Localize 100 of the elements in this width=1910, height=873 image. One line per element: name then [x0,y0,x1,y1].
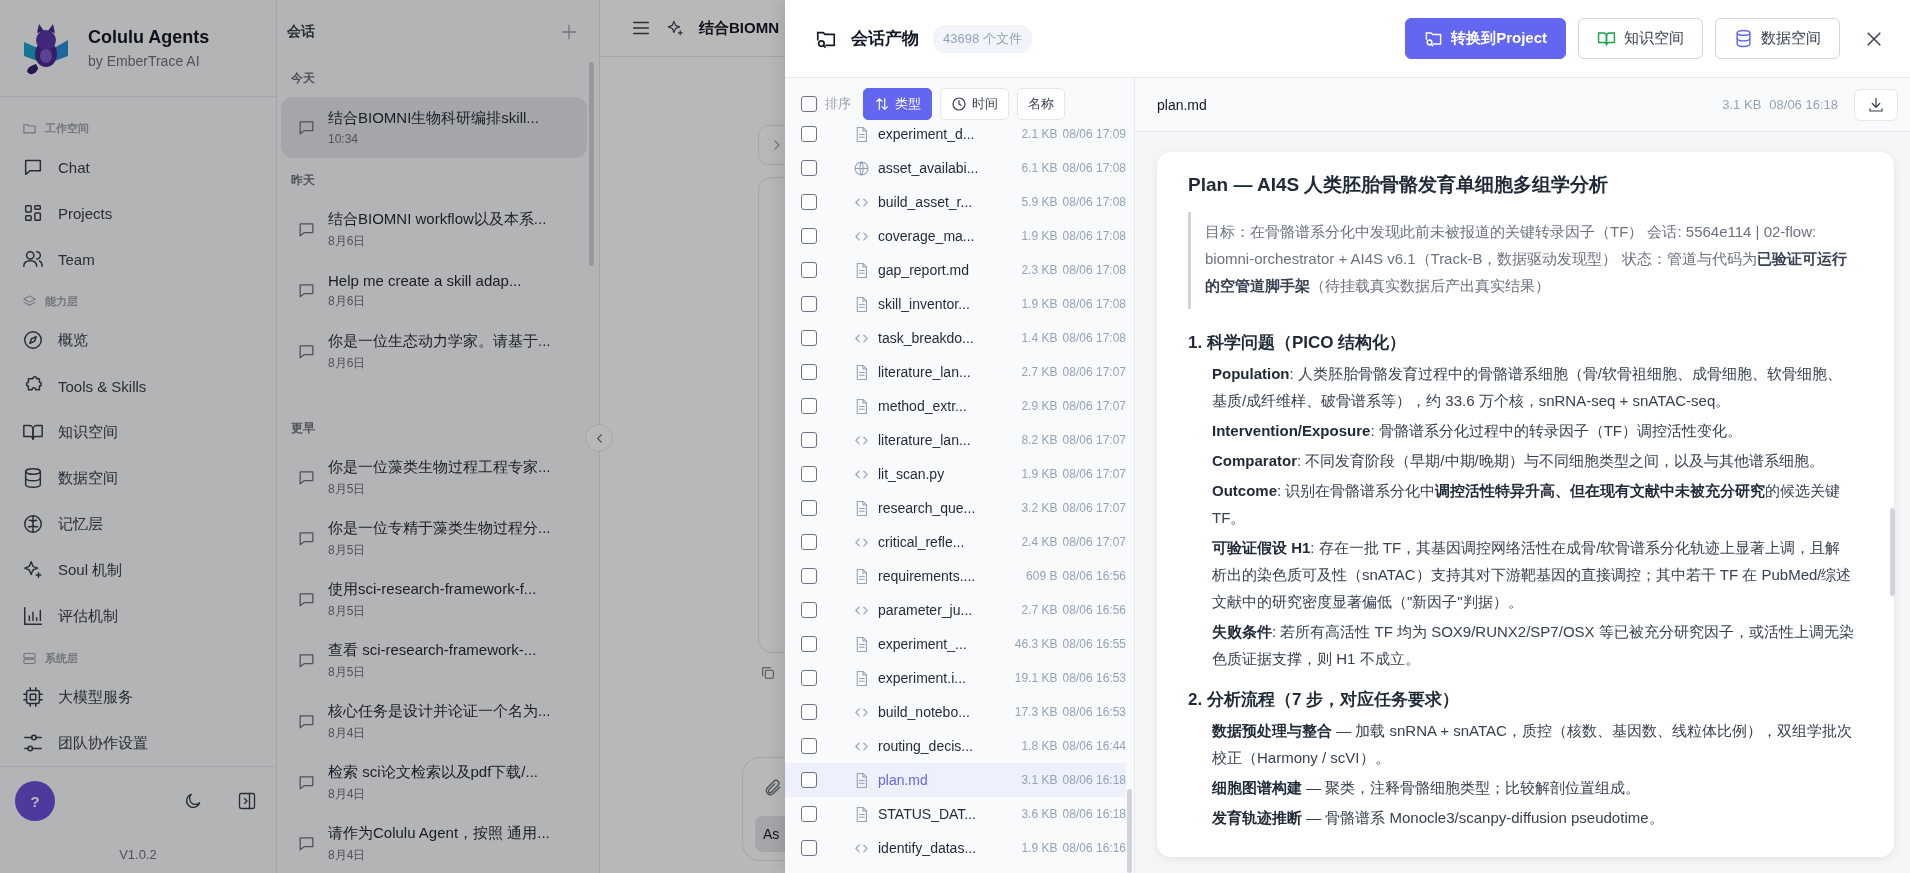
checkbox[interactable] [801,398,817,414]
conversation-item[interactable]: 请作为Colulu Agent，按照 通用... 8月4日 [281,813,587,873]
download-button[interactable] [1854,88,1898,121]
sort-option[interactable]: 名称 [1017,88,1065,120]
action-button[interactable]: 数据空间 [1715,18,1840,59]
file-size: 3.1 KB [1722,97,1762,112]
nav-item[interactable]: 知识空间 [10,409,266,455]
scrollbar[interactable] [589,62,594,266]
nav-item[interactable]: Team [10,236,266,282]
file-row[interactable]: build_notebo... 17.3 KB 08/06 16:53 [785,695,1126,729]
checkbox[interactable] [801,534,817,550]
file-time: 08/06 17:08 [1061,161,1126,175]
conversation-item[interactable]: 检索 sci论文检索以及pdf下载/... 8月4日 [281,752,587,813]
file-size: 2.7 KB [1020,603,1058,617]
help-button[interactable]: ? [15,781,55,821]
conversation-item[interactable]: 你是一位生态动力学家。请基于... 8月6日 [281,321,587,382]
checkbox[interactable] [801,126,817,142]
checkbox[interactable] [801,194,817,210]
conversation-item[interactable]: 你是一位藻类生物过程工程专家... 8月5日 [281,447,587,508]
nav-item[interactable]: Tools & Skills [10,363,266,409]
sort-option[interactable]: 类型 [863,88,932,120]
nav-item[interactable]: 大模型服务 [10,674,266,720]
file-row[interactable]: STATUS_DAT... 3.6 KB 08/06 16:18 [785,797,1126,831]
file-time: 08/06 17:07 [1061,467,1126,481]
conversation-item[interactable]: 核心任务是设计并论证一个名为... 8月4日 [281,691,587,752]
file-row[interactable]: coverage_ma... 1.9 KB 08/06 17:08 [785,219,1126,253]
checkbox[interactable] [801,330,817,346]
file-row[interactable]: parameter_ju... 2.7 KB 08/06 16:56 [785,593,1126,627]
group-label: 今天 [290,70,316,87]
file-row[interactable]: asset_availabi... 6.1 KB 08/06 17:08 [785,151,1126,185]
file-row[interactable]: gap_report.md 2.3 KB 08/06 17:08 [785,253,1126,287]
checkbox[interactable] [801,262,817,278]
checkbox[interactable] [801,500,817,516]
conversation-item[interactable]: 结合BIOMNI workflow以及本系... 8月6日 [281,199,587,260]
file-row[interactable]: method_extr... 2.9 KB 08/06 17:07 [785,389,1126,423]
checkbox[interactable] [801,160,817,176]
checkbox[interactable] [801,432,817,448]
checkbox[interactable] [801,806,817,822]
file-row[interactable]: identify_datas... 1.9 KB 08/06 16:16 [785,831,1126,865]
file-row[interactable]: requirements.... 609 B 08/06 16:56 [785,559,1126,593]
nav-item[interactable]: 记忆层 [10,501,266,547]
checkbox[interactable] [801,636,817,652]
file-row[interactable]: routing_decis... 1.8 KB 08/06 16:44 [785,729,1126,763]
conversation-item[interactable]: Help me create a skill adap... 8月6日 [281,260,587,321]
nav-item[interactable]: Chat [10,144,266,190]
file-size: 1.4 KB [1020,331,1058,345]
input-chip[interactable]: As [755,816,785,852]
modal-backdrop[interactable] [0,0,785,873]
nav-item[interactable]: Projects [10,190,266,236]
checkbox[interactable] [801,772,817,788]
action-button[interactable]: 知识空间 [1578,18,1703,59]
section-heading: 1. 科学问题（PICO 结构化） [1188,332,1408,354]
file-row[interactable]: build_asset_r... 5.9 KB 08/06 17:08 [785,185,1126,219]
conversation-item[interactable]: 结合BIOMNI生物科研编排skill... 10:34 [281,97,587,158]
file-name: experiment_d... [878,126,976,142]
checkbox[interactable] [801,738,817,754]
checkbox[interactable] [801,96,817,112]
conversation-item[interactable]: 使用sci-research-framework-f... 8月5日 [281,569,587,630]
sort-option[interactable]: 时间 [940,88,1009,120]
file-row[interactable]: research_que... 3.2 KB 08/06 17:07 [785,491,1126,525]
action-button[interactable]: 转换到Project [1405,18,1566,59]
file-size: 1.8 KB [1020,739,1058,753]
clock-icon [951,96,967,112]
nav-item[interactable]: 概览 [10,317,266,363]
file-row[interactable]: task_breakdo... 1.4 KB 08/06 17:08 [785,321,1126,355]
file-name: critical_refle... [878,534,966,550]
checkbox[interactable] [801,364,817,380]
file-row[interactable]: experiment_d... 2.1 KB 08/06 17:09 [785,117,1126,151]
nav-item[interactable]: 评估机制 [10,593,266,639]
checkbox[interactable] [801,602,817,618]
file-row[interactable]: experiment.i... 19.1 KB 08/06 16:53 [785,661,1126,695]
nav-item[interactable]: 数据空间 [10,455,266,501]
checkbox[interactable] [801,704,817,720]
file-name: lit_scan.py [878,466,946,482]
file-name: literature_lan... [878,432,972,448]
nav-item[interactable]: 团队协作设置 [10,720,266,766]
file-row[interactable]: critical_refle... 2.4 KB 08/06 17:07 [785,525,1126,559]
file-size: 2.4 KB [1020,535,1058,549]
chat-icon [297,281,316,300]
file-name: skill_inventor... [878,296,971,312]
checkbox[interactable] [801,228,817,244]
file-row[interactable]: skill_inventor... 1.9 KB 08/06 17:08 [785,287,1126,321]
file-name: build_asset_r... [878,194,974,210]
conversation-item[interactable]: 你是一位专精于藻类生物过程分... 8月5日 [281,508,587,569]
file-name: research_que... [878,500,977,516]
nav-item[interactable]: Soul 机制 [10,547,266,593]
checkbox[interactable] [801,670,817,686]
scrollbar[interactable] [1127,789,1132,873]
file-row[interactable]: literature_lan... 8.2 KB 08/06 17:07 [785,423,1126,457]
chat-icon [297,773,316,792]
conversation-item[interactable]: 查看 sci-research-framework-... 8月5日 [281,630,587,691]
checkbox[interactable] [801,466,817,482]
checkbox[interactable] [801,296,817,312]
checkbox[interactable] [801,568,817,584]
file-row[interactable]: literature_lan... 2.7 KB 08/06 17:07 [785,355,1126,389]
scrollbar[interactable] [1890,508,1895,596]
file-row[interactable]: lit_scan.py 1.9 KB 08/06 17:07 [785,457,1126,491]
checkbox[interactable] [801,840,817,856]
file-row[interactable]: experiment_... 46.3 KB 08/06 16:55 [785,627,1126,661]
file-row[interactable]: plan.md 3.1 KB 08/06 16:18 [785,763,1126,797]
